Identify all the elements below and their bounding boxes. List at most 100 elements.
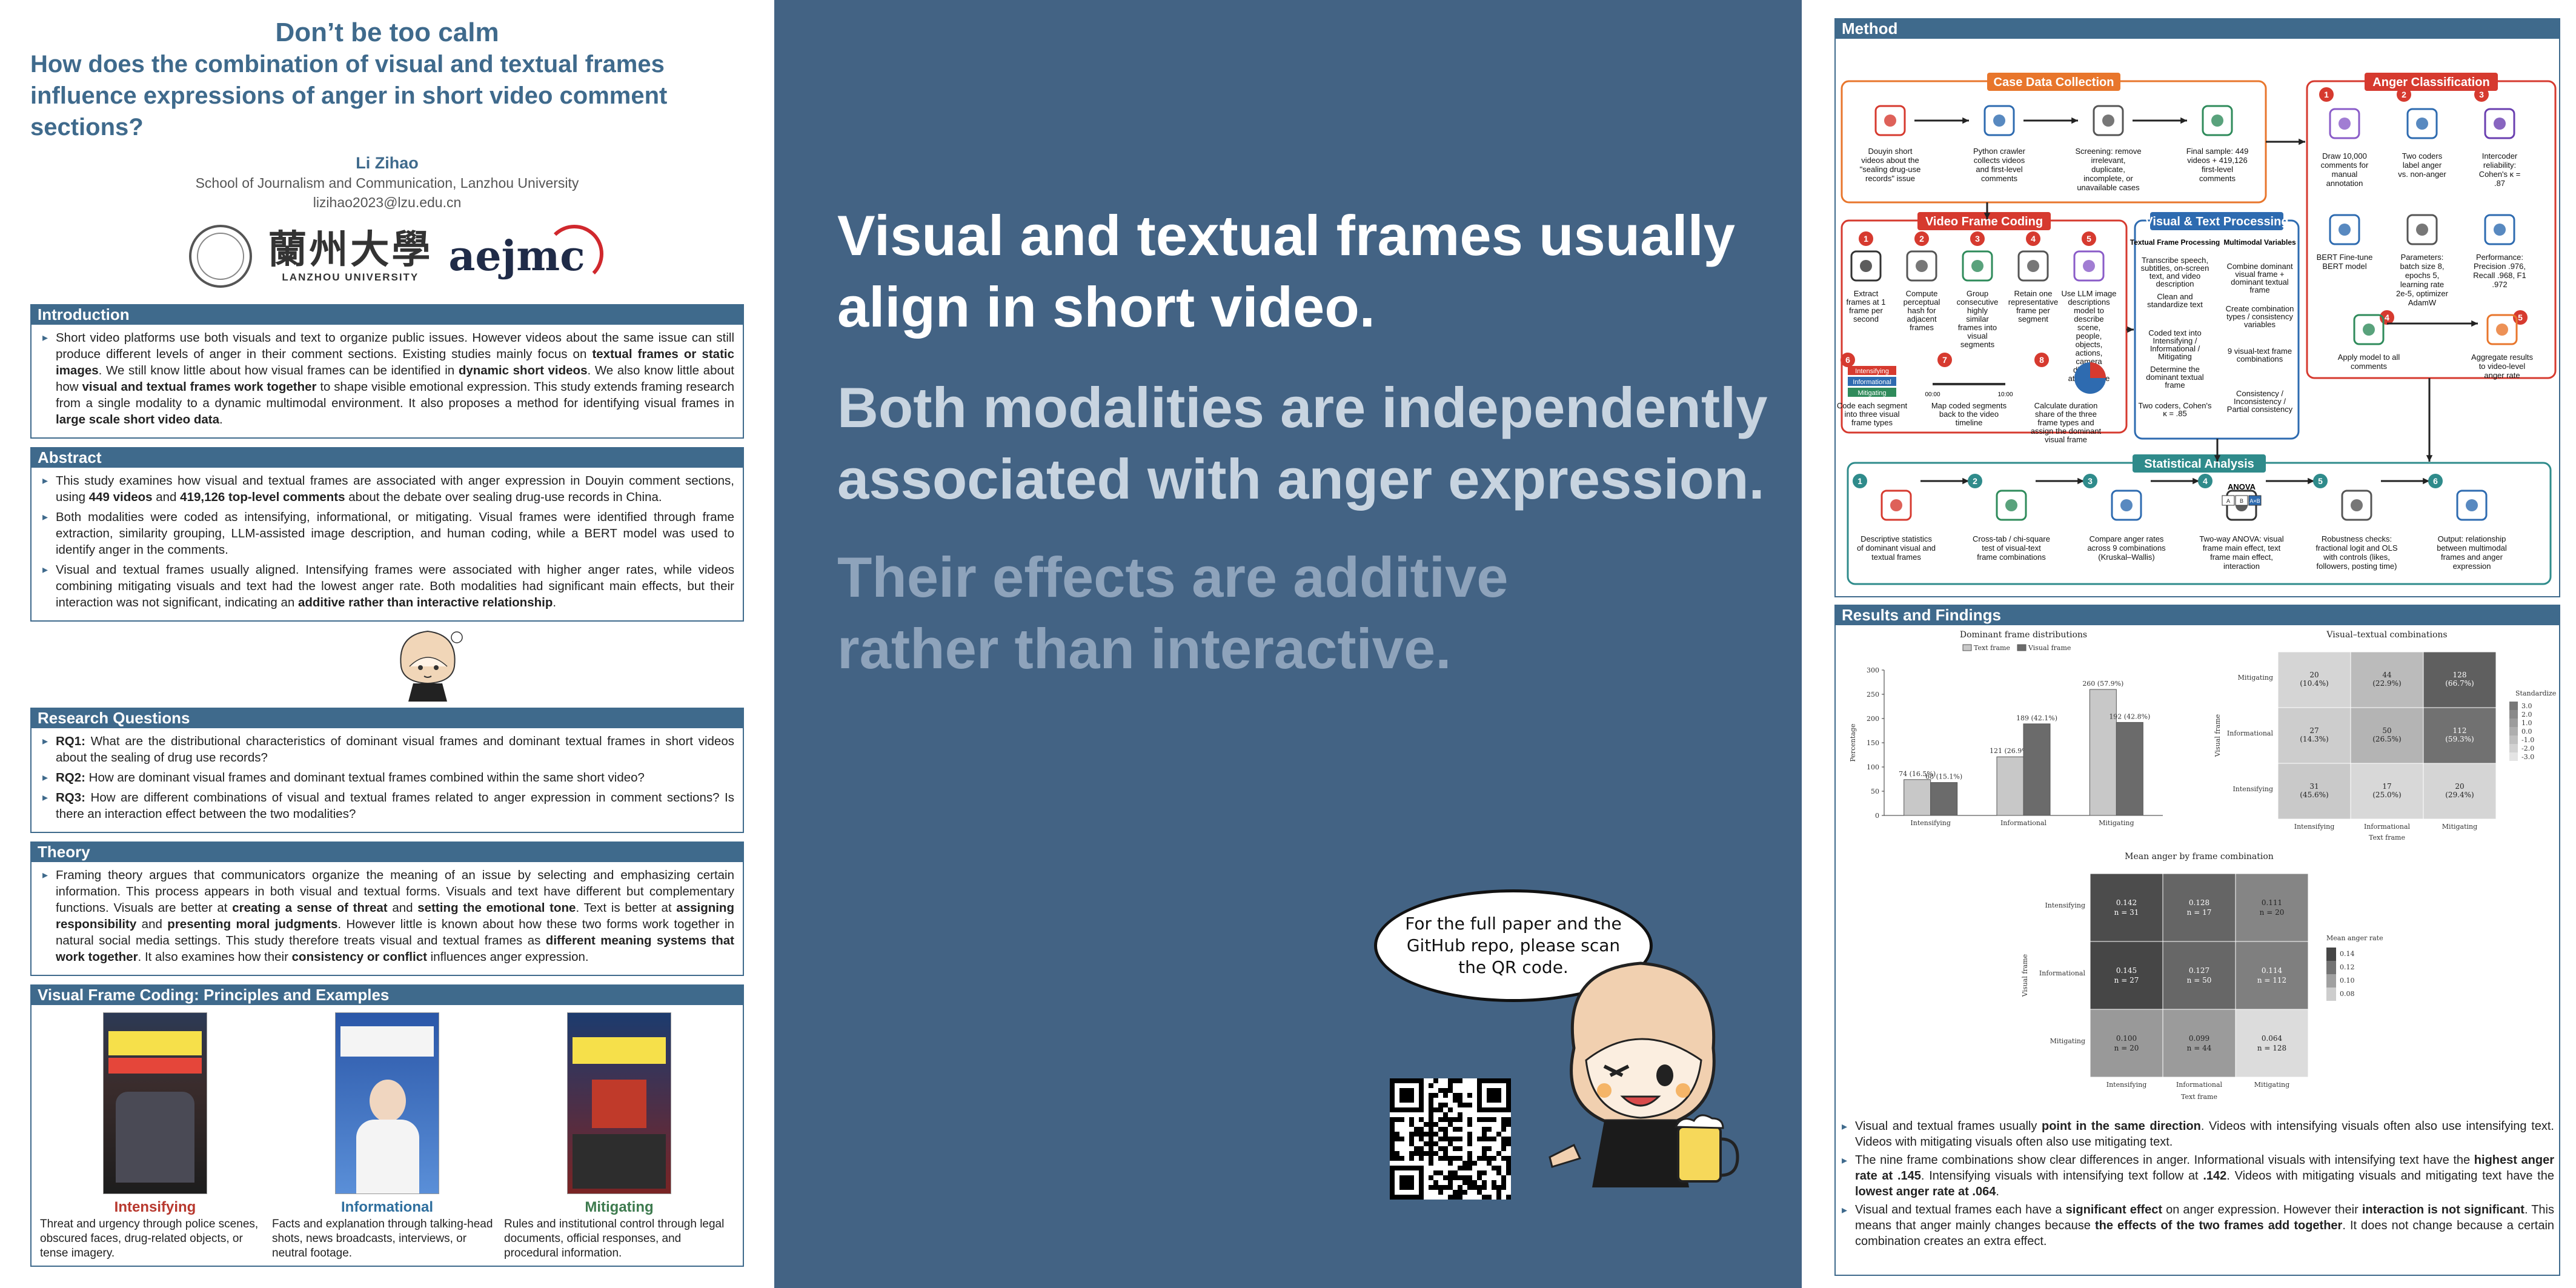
step-number: 4 bbox=[2203, 476, 2208, 486]
avatar-area bbox=[30, 622, 744, 706]
case-step-icon-dot bbox=[2102, 115, 2114, 127]
qr-module bbox=[1429, 1107, 1433, 1112]
qr-module bbox=[1390, 1151, 1395, 1156]
method-flowchart: Case Data Collection Douyin short videos a… bbox=[1836, 39, 2559, 596]
qr-module bbox=[1501, 1141, 1506, 1146]
qr-module bbox=[1482, 1132, 1487, 1137]
qr-module bbox=[1458, 1166, 1462, 1170]
vfc-step-icon-dot bbox=[1916, 260, 1928, 272]
section-title: Results and Findings bbox=[1836, 605, 2559, 625]
vfc-step-icon-dot bbox=[1971, 260, 1983, 272]
qr-module bbox=[1472, 1180, 1477, 1185]
x-tick-label: Mitigating bbox=[2099, 819, 2134, 827]
qr-module bbox=[1429, 1112, 1433, 1117]
step-number: 7 bbox=[1942, 355, 1947, 365]
colorbar-tick: 0.12 bbox=[2340, 963, 2355, 971]
step-number: 5 bbox=[2518, 313, 2523, 322]
bullet-item: Visual and textual frames usually point … bbox=[1841, 1118, 2554, 1150]
y-tick-label: 300 bbox=[1867, 666, 1879, 674]
chart-title: Dominant frame distributions bbox=[1960, 630, 2087, 640]
x-tick-label: Intensifying bbox=[1910, 819, 1951, 827]
y-tick-label: 150 bbox=[1867, 739, 1879, 747]
qr-module bbox=[1506, 1122, 1511, 1127]
qr-module bbox=[1443, 1127, 1448, 1132]
qr-module bbox=[1496, 1170, 1501, 1175]
y-tick-label: Informational bbox=[2039, 969, 2086, 977]
qr-module bbox=[1395, 1151, 1399, 1156]
frame-label: Intensifying bbox=[114, 1199, 196, 1215]
video-frame-coding-title: Video Frame Coding bbox=[1925, 215, 2043, 228]
section-title: Method bbox=[1836, 18, 2559, 39]
qr-module bbox=[1399, 1137, 1404, 1141]
qr-module bbox=[1414, 1132, 1419, 1137]
frame-example-intensifying: Intensifying Threat and urgency through … bbox=[40, 1012, 270, 1261]
qr-module bbox=[1506, 1161, 1511, 1166]
qr-module bbox=[1429, 1146, 1433, 1151]
qr-module bbox=[1443, 1175, 1448, 1180]
qr-module bbox=[1458, 1098, 1462, 1103]
qr-module bbox=[1443, 1185, 1448, 1190]
x-tick-label: Mitigating bbox=[2442, 823, 2477, 831]
y-axis-label: Percentage bbox=[1849, 724, 1857, 762]
heatmap-cell-label: 0.064 bbox=[2262, 1034, 2283, 1043]
heatmap-cell-label: (14.3%) bbox=[2300, 735, 2328, 743]
heatmap-cell-label: 50 bbox=[2382, 726, 2391, 735]
research-questions-list: RQ1: What are the distributional charact… bbox=[32, 728, 743, 832]
qr-module bbox=[1487, 1156, 1492, 1161]
qr-module bbox=[1419, 1146, 1424, 1151]
frame-tag: Mitigating bbox=[1857, 390, 1886, 397]
qr-module bbox=[1462, 1180, 1467, 1185]
qr-module bbox=[1472, 1185, 1477, 1190]
qr-module bbox=[1433, 1185, 1438, 1190]
findings-list: Visual and textual frames usually point … bbox=[1836, 1118, 2559, 1252]
colorbar-tick: -2.0 bbox=[2521, 745, 2534, 752]
heatmap-cell-label: (45.6%) bbox=[2300, 791, 2328, 799]
qr-module bbox=[1390, 1141, 1395, 1146]
qr-module bbox=[1429, 1122, 1433, 1127]
stat-step-icon-dot bbox=[2466, 499, 2478, 511]
step-number: 2 bbox=[1973, 476, 1977, 486]
qr-module bbox=[1458, 1185, 1462, 1190]
y-tick-label: Mitigating bbox=[2238, 674, 2273, 682]
qr-module bbox=[1419, 1117, 1424, 1122]
qr-module bbox=[1487, 1137, 1492, 1141]
mean-anger-heatmap: Mean anger by frame combination Intensify… bbox=[2021, 852, 2383, 1101]
bar bbox=[1930, 782, 1958, 816]
bullet-item: RQ3: How are different combinations of v… bbox=[40, 789, 734, 822]
heatmap-cell-label: (22.9%) bbox=[2372, 679, 2401, 688]
colorbar-step bbox=[2509, 735, 2518, 744]
x-axis-label: Text frame bbox=[2181, 1093, 2217, 1101]
heatmap-cell-label: n = 128 bbox=[2257, 1044, 2286, 1052]
qr-module bbox=[1433, 1170, 1438, 1175]
heatmap-cell-label: 0.128 bbox=[2189, 898, 2209, 907]
vfc-step-icon-dot bbox=[2027, 260, 2039, 272]
heatmap-cell-label: (29.4%) bbox=[2445, 791, 2474, 799]
qr-module bbox=[1467, 1161, 1472, 1166]
frame-description: Facts and explanation through talking-he… bbox=[272, 1218, 493, 1260]
qr-module bbox=[1453, 1117, 1458, 1122]
vtp-right-head: Multimodal Variables bbox=[2223, 238, 2296, 247]
qr-module bbox=[1419, 1137, 1424, 1141]
qr-module bbox=[1458, 1117, 1462, 1122]
results-body: Dominant frame distributions Text frame Vi… bbox=[1836, 625, 2559, 1275]
y-tick-label: 0 bbox=[1875, 812, 1879, 820]
heatmap-cell-label: n = 44 bbox=[2187, 1044, 2212, 1052]
qr-module bbox=[1429, 1127, 1433, 1132]
qr-module bbox=[1462, 1103, 1467, 1107]
qr-code-icon[interactable] bbox=[1390, 1078, 1511, 1200]
vtp-right-step: 9 visual-text frame combinations bbox=[2228, 347, 2292, 363]
qr-module bbox=[1482, 1146, 1487, 1151]
qr-module bbox=[1429, 1117, 1433, 1122]
step-number: 5 bbox=[2318, 476, 2323, 486]
flow-arrowhead bbox=[2299, 138, 2305, 145]
y-tick-label: Intensifying bbox=[2045, 901, 2085, 909]
qr-module bbox=[1462, 1166, 1467, 1170]
qr-module bbox=[1492, 1166, 1496, 1170]
qr-module bbox=[1429, 1161, 1433, 1166]
qr-module bbox=[1467, 1137, 1472, 1141]
qr-module bbox=[1448, 1083, 1453, 1088]
qr-module bbox=[1458, 1146, 1462, 1151]
qr-module bbox=[1482, 1151, 1487, 1156]
qr-module bbox=[1443, 1117, 1448, 1122]
x-axis-label: Text frame bbox=[2369, 834, 2405, 842]
